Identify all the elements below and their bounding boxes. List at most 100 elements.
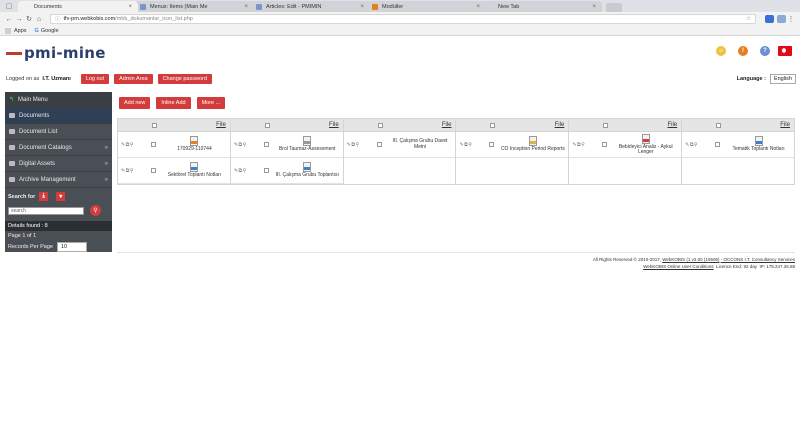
alert-icon[interactable]: ! xyxy=(738,46,748,56)
bookmark-star-icon[interactable]: ☆ xyxy=(746,16,751,22)
select-all-checkbox[interactable] xyxy=(603,122,609,128)
document-name[interactable]: CO Inception Period Reports xyxy=(501,147,565,153)
document-item[interactable]: Sektörel Toplantı Notları xyxy=(162,162,227,179)
select-all-checkbox[interactable] xyxy=(264,122,270,128)
document-item[interactable]: Tematik Toplantı Notları xyxy=(726,136,791,153)
document-item[interactable]: III. Çalışma Grubu Davet Metni xyxy=(388,138,453,150)
sidebar-item-document-catalogs[interactable]: Document Catalogs» xyxy=(5,140,112,156)
url-field[interactable]: ⓘ tfv-pm.webkobis.com /mbb_dokumanlar_ic… xyxy=(50,14,756,24)
row-actions[interactable]: ✎⧉⚲ xyxy=(234,168,258,174)
row-checkbox[interactable] xyxy=(376,142,382,147)
bookmark-apps[interactable]: Apps xyxy=(5,27,27,34)
row-checkbox[interactable] xyxy=(715,142,721,147)
admin-area-button[interactable]: Admin Area xyxy=(114,74,153,84)
file-sort-link[interactable]: File xyxy=(555,122,565,128)
file-icon[interactable] xyxy=(190,162,199,173)
row-actions[interactable]: ✎⧉⚲ xyxy=(234,142,258,148)
row-checkbox[interactable] xyxy=(151,142,156,147)
new-tab-button[interactable] xyxy=(606,3,622,12)
file-sort-link[interactable]: File xyxy=(442,122,452,128)
search-input[interactable]: search xyxy=(8,206,84,215)
logout-button[interactable]: Log out xyxy=(80,74,110,84)
version-link[interactable]: WebKOBIS (1 v2.00 (15506) xyxy=(662,257,719,262)
sidebar-item-main-menu[interactable]: ↰ Main Menu xyxy=(5,92,112,108)
file-icon[interactable] xyxy=(641,133,650,144)
forward-icon[interactable]: → xyxy=(14,16,24,23)
sidebar-item-document-list[interactable]: Document List xyxy=(5,124,112,140)
user-name[interactable]: I.T. Uzmanı xyxy=(42,76,70,82)
close-tab-icon[interactable]: × xyxy=(128,4,132,10)
turkish-flag-icon[interactable] xyxy=(778,46,792,56)
browser-tab[interactable]: Documents × xyxy=(18,1,138,12)
browser-tab[interactable]: Menus: Items (Main Me × xyxy=(134,1,254,12)
close-tab-icon[interactable]: × xyxy=(476,4,480,10)
document-name[interactable]: Bebirleyici Analiz - Aykul Lenger xyxy=(613,144,678,156)
site-logo[interactable]: pmi-mine xyxy=(6,44,106,62)
row-actions[interactable]: ✎⧉⚲ xyxy=(121,168,145,174)
sidebar-item-digital-assets[interactable]: Digital Assets» xyxy=(5,156,112,172)
close-tab-icon[interactable]: × xyxy=(244,4,248,10)
home-icon[interactable]: ⌂ xyxy=(34,16,44,23)
file-icon[interactable] xyxy=(528,136,537,147)
document-item[interactable]: 170929-110744 xyxy=(162,136,227,153)
row-checkbox[interactable] xyxy=(263,168,269,173)
user-conditions-link[interactable]: WebKOBIS Online User Conditions xyxy=(643,264,713,269)
sun-icon[interactable]: ☼ xyxy=(716,46,726,56)
file-sort-link[interactable]: File xyxy=(216,122,226,128)
document-name[interactable]: 170929-110744 xyxy=(177,147,212,153)
sidebar-item-archive-management[interactable]: Archive Management» xyxy=(5,172,112,188)
row-checkbox[interactable] xyxy=(602,142,608,147)
document-item[interactable]: CO Inception Period Reports xyxy=(500,136,565,153)
select-all-checkbox[interactable] xyxy=(377,122,383,128)
extension-shield-icon[interactable] xyxy=(765,15,774,23)
file-icon[interactable] xyxy=(303,136,312,147)
row-actions[interactable]: ✎⧉⚲ xyxy=(685,142,709,148)
dropdown-icon[interactable]: ▾ xyxy=(56,192,66,201)
more-button[interactable]: More ... xyxy=(196,97,226,109)
row-checkbox[interactable] xyxy=(489,142,495,147)
browser-menu-icon[interactable]: ⋮ xyxy=(786,15,796,23)
add-new-button[interactable]: Add new xyxy=(119,97,151,109)
close-tab-icon[interactable]: × xyxy=(592,4,596,10)
file-sort-link[interactable]: File xyxy=(667,122,677,128)
back-icon[interactable]: ← xyxy=(4,16,14,23)
change-password-button[interactable]: Change password xyxy=(157,74,212,84)
browser-tab[interactable]: Articles: Edit - PMIMIN × xyxy=(250,1,370,12)
reload-icon[interactable]: ↻ xyxy=(24,15,34,23)
row-checkbox[interactable] xyxy=(263,142,269,147)
company-link[interactable]: - OCCONS I.T. Consultancy Services xyxy=(721,257,795,262)
row-actions[interactable]: ✎⧉⚲ xyxy=(572,142,596,148)
browser-tab[interactable]: New Tab × xyxy=(482,1,602,12)
inline-add-button[interactable]: Inline Add xyxy=(156,97,191,109)
document-name[interactable]: III. Çalışma Grubu Toplantısı xyxy=(276,173,339,179)
document-item[interactable]: III. Çalışma Grubu Toplantısı xyxy=(275,162,340,179)
document-name[interactable]: Sektörel Toplantı Notları xyxy=(168,173,221,179)
browser-tab[interactable]: Modüller × xyxy=(366,1,486,12)
select-all-checkbox[interactable] xyxy=(152,122,157,128)
document-item[interactable]: Bebirleyici Analiz - Aykul Lenger xyxy=(613,133,678,156)
document-item[interactable]: Brol Taumaz-Assessment xyxy=(275,136,340,153)
row-checkbox[interactable] xyxy=(151,168,156,173)
search-button-icon[interactable]: ⚲ xyxy=(90,205,101,216)
language-select[interactable]: English xyxy=(769,74,796,84)
document-name[interactable]: III. Çalışma Grubu Davet Metni xyxy=(388,138,453,150)
file-icon[interactable] xyxy=(754,136,763,147)
help-icon[interactable]: ? xyxy=(760,46,770,56)
row-actions[interactable]: ✎⧉⚲ xyxy=(121,142,145,148)
file-sort-link[interactable]: File xyxy=(329,122,339,128)
records-per-page-select[interactable]: 10 xyxy=(56,242,87,252)
document-name[interactable]: Tematik Toplantı Notları xyxy=(732,147,784,153)
row-actions[interactable]: ✎⧉⚲ xyxy=(347,142,371,148)
pin-icon[interactable]: ⤓ xyxy=(39,192,49,201)
extension-icon[interactable] xyxy=(777,15,786,23)
row-actions[interactable]: ✎⧉⚲ xyxy=(459,142,483,148)
file-icon[interactable] xyxy=(190,136,199,147)
bookmark-google[interactable]: G Google xyxy=(35,28,59,34)
select-all-checkbox[interactable] xyxy=(490,122,496,128)
select-all-checkbox[interactable] xyxy=(716,122,722,128)
document-name[interactable]: Brol Taumaz-Assessment xyxy=(279,147,336,153)
close-tab-icon[interactable]: × xyxy=(360,4,364,10)
sidebar-item-documents[interactable]: Documents xyxy=(5,108,112,124)
info-icon[interactable]: ⓘ xyxy=(55,15,61,23)
file-sort-link[interactable]: File xyxy=(780,122,790,128)
